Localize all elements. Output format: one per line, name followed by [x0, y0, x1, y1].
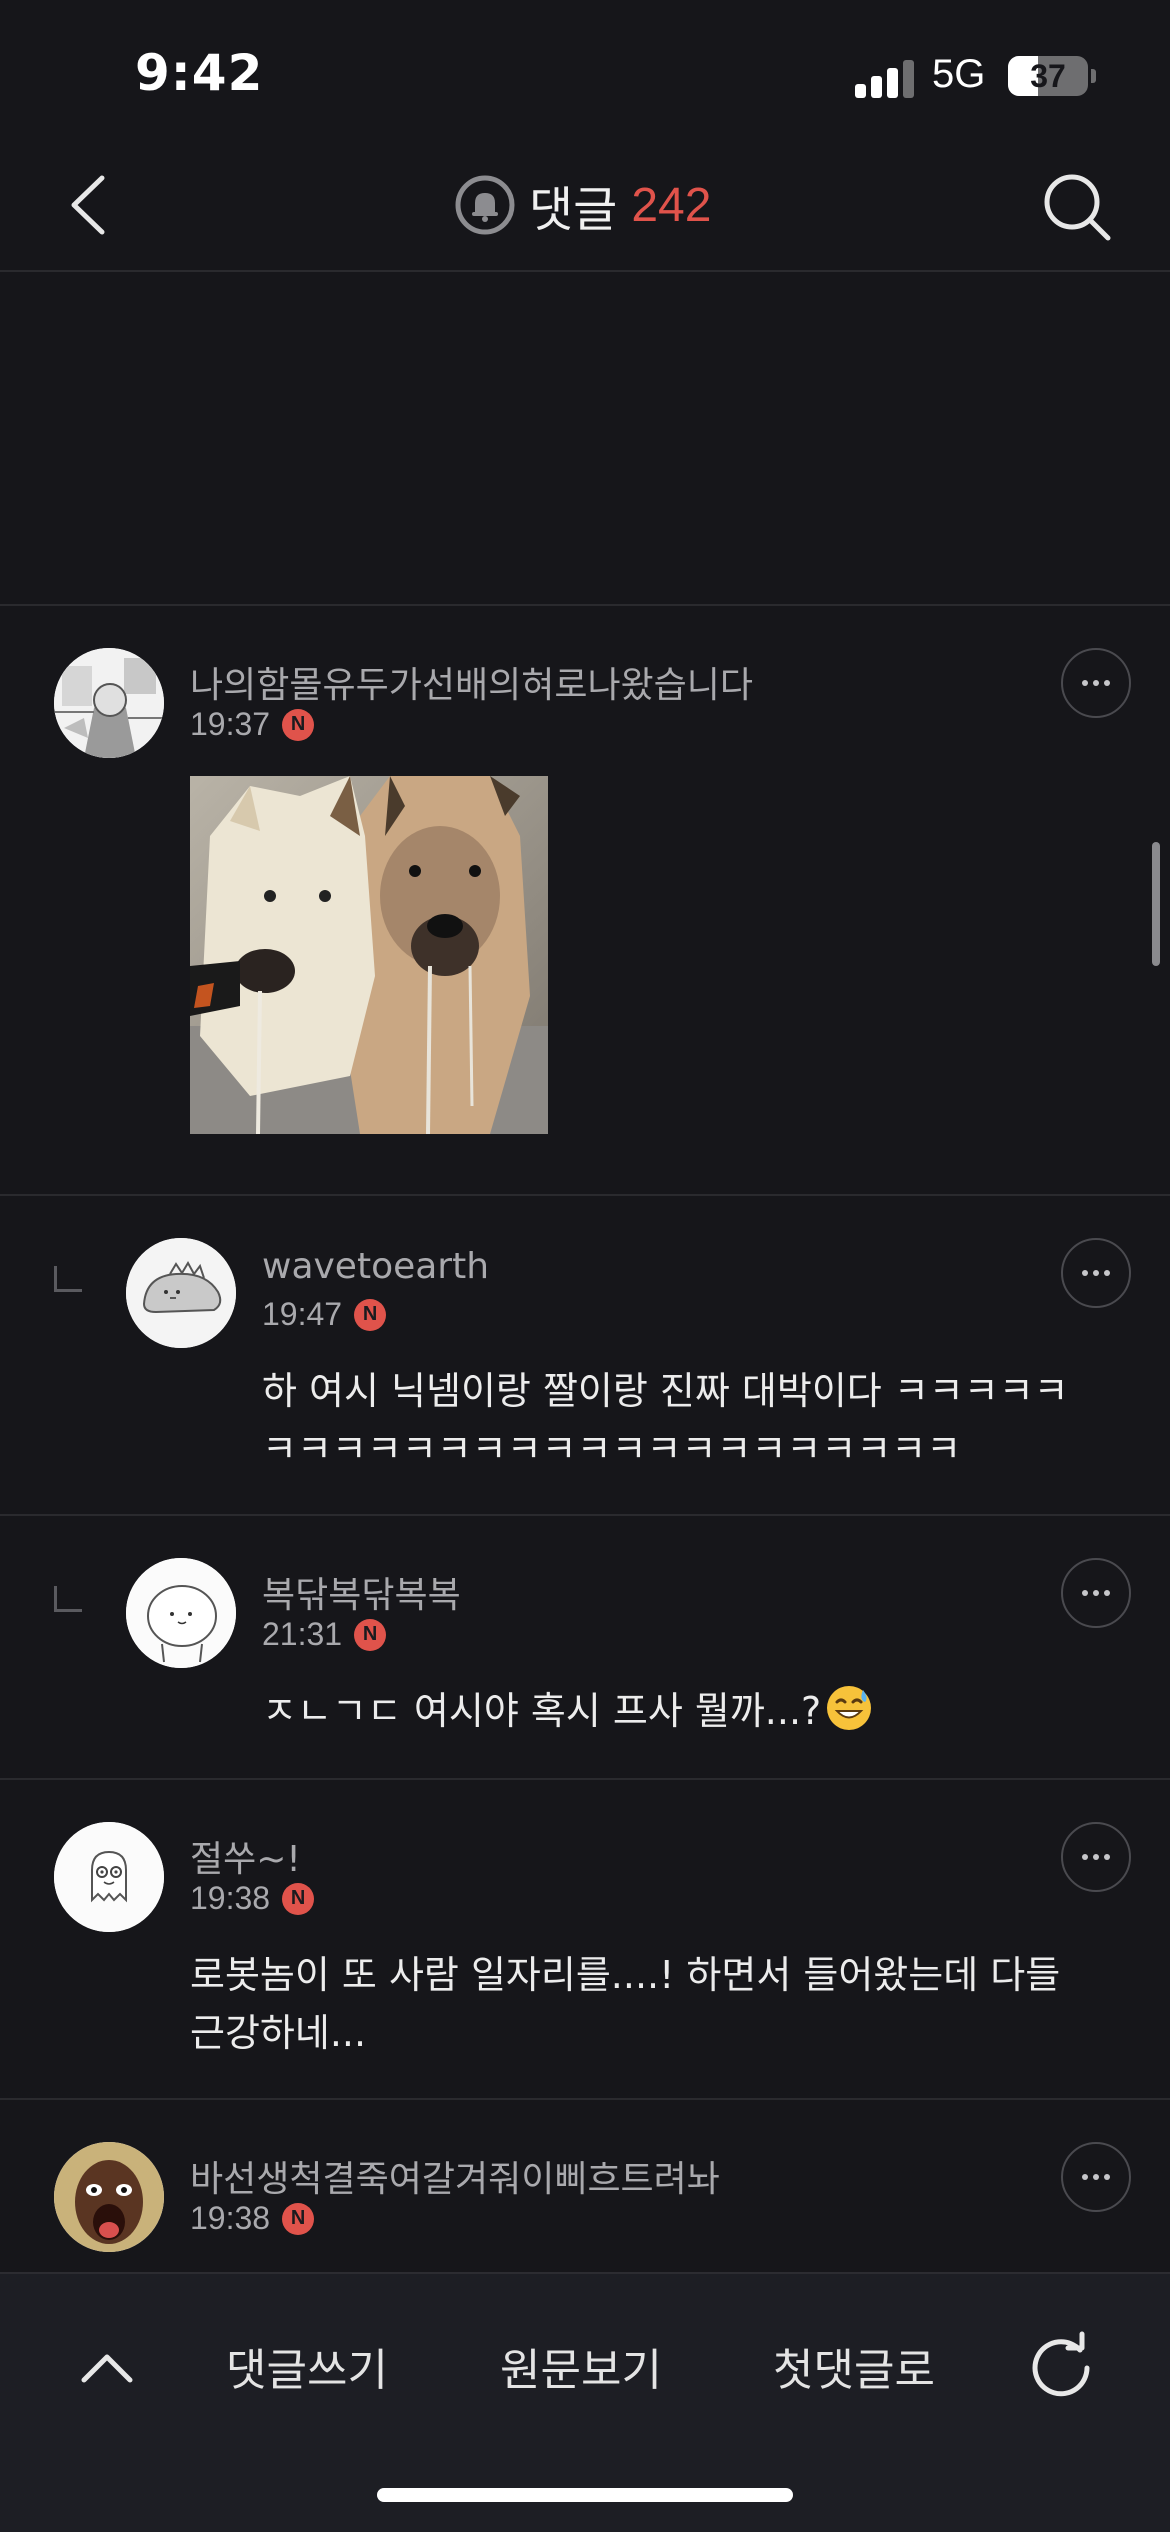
avatar[interactable]: [54, 2142, 164, 2252]
comment-text-line: ㅋㅋㅋㅋㅋㅋㅋㅋㅋㅋㅋㅋㅋㅋㅋㅋㅋㅋㅋㅋ: [262, 1427, 962, 1471]
timestamp: 19:47: [262, 1296, 343, 1332]
nickname[interactable]: 절쑤~!: [190, 1830, 301, 1882]
refresh-icon: [1032, 2331, 1090, 2397]
more-options-button[interactable]: [1061, 648, 1131, 718]
reply-item: 복닦복닦복복 21:31 N ㅈㄴㄱㄷ 여시야 혹시 프사 뭘까...?: [0, 1516, 1170, 1778]
face-avatar-image: [54, 2142, 164, 2252]
refresh-button[interactable]: [1024, 2328, 1098, 2402]
new-badge: N: [354, 1298, 387, 1331]
scroll-top-button[interactable]: [70, 2332, 144, 2406]
reply-indicator-icon: [54, 1586, 82, 1612]
avatar[interactable]: [126, 1558, 236, 1668]
home-indicator[interactable]: [377, 2488, 793, 2502]
comment-meta: 19:38 N: [190, 1880, 315, 1917]
chevron-left-icon: [71, 175, 105, 235]
header: 댓글 242: [0, 140, 1170, 272]
title-label: 댓글: [529, 182, 618, 238]
battery-cap: [1091, 69, 1096, 83]
status-bar: 9:42 5G 37: [0, 0, 1170, 140]
ghost-avatar-image: [54, 1822, 164, 1932]
manga-avatar-image: [54, 648, 164, 758]
view-original-button[interactable]: 원문보기: [500, 2334, 662, 2398]
more-options-button[interactable]: [1061, 1822, 1131, 1892]
comment-item: 나의함몰유두가선배의혀로나왔습니다 19:37 N: [0, 606, 1170, 1194]
back-button[interactable]: [56, 170, 126, 240]
comment-text-body: ㅈㄴㄱㄷ 여시야 혹시 프사 뭘까...?: [262, 1689, 822, 1733]
comment-image[interactable]: [190, 776, 548, 1134]
nickname[interactable]: 복닦복닦복복: [262, 1566, 461, 1618]
nickname[interactable]: wavetoearth: [262, 1246, 489, 1287]
network-label: 5G: [932, 52, 986, 96]
timestamp: 19:38: [190, 1880, 271, 1916]
search-icon: [1044, 174, 1111, 241]
page-title: 댓글 242: [455, 170, 711, 240]
more-options-button[interactable]: [1061, 1558, 1131, 1628]
ad-placeholder: [0, 272, 1170, 602]
nickname[interactable]: 바선생척결죽여갈겨줘이삐흐트려놔: [190, 2150, 720, 2202]
avatar[interactable]: [126, 1238, 236, 1348]
comment-text-line: 하 여시 닉넴이랑 짤이랑 진짜 대박이다 ㅋㅋㅋㅋㅋ: [262, 1369, 1069, 1413]
more-options-button[interactable]: [1061, 1238, 1131, 1308]
new-badge: N: [282, 708, 315, 741]
search-button[interactable]: [1040, 170, 1114, 244]
nickname[interactable]: 나의함몰유두가선배의혀로나왔습니다: [190, 656, 753, 708]
comment-meta: 21:31 N: [262, 1616, 387, 1653]
scrollbar-thumb[interactable]: [1152, 842, 1160, 966]
timestamp: 19:38: [190, 2200, 271, 2236]
sweat-smile-emoji: [827, 1686, 872, 1730]
chevron-up-icon: [81, 2354, 133, 2383]
character-avatar-image: [126, 1558, 236, 1668]
avatar[interactable]: [54, 648, 164, 758]
battery-icon: 37: [1008, 56, 1088, 96]
comments-screen: 9:42 5G 37 댓글 242 나의함몰유두가선배의혀로나왔습니다 19:3…: [0, 0, 1170, 2532]
timestamp: 21:31: [262, 1616, 343, 1652]
signal-icon: [855, 58, 915, 98]
dogs-photo: [190, 776, 548, 1134]
timestamp: 19:37: [190, 706, 271, 742]
comment-item: 절쑤~! 19:38 N 로봇놈이 또 사람 일자리를....! 하면서 들어왔…: [0, 1780, 1170, 2098]
comment-meta: 19:37 N: [190, 706, 315, 743]
write-comment-button[interactable]: 댓글쓰기: [226, 2334, 388, 2398]
comment-meta: 19:47 N: [262, 1296, 387, 1333]
new-badge: N: [282, 2202, 315, 2235]
comment-item: 바선생척결죽여갈겨줘이삐흐트려놔 19:38 N: [0, 2100, 1170, 2272]
more-options-button[interactable]: [1061, 2142, 1131, 2212]
comment-text-line: 로봇놈이 또 사람 일자리를....! 하면서 들어왔는데 다들: [190, 1953, 1061, 1997]
battery-level: 37: [1030, 58, 1066, 94]
comment-text: 로봇놈이 또 사람 일자리를....! 하면서 들어왔는데 다들 근강하네...: [190, 1946, 1060, 2062]
reply-indicator-icon: [54, 1266, 82, 1292]
comment-count: 242: [631, 178, 712, 232]
comment-text: ㅈㄴㄱㄷ 여시야 혹시 프사 뭘까...?: [262, 1682, 873, 1740]
comment-meta: 19:38 N: [190, 2200, 315, 2237]
new-badge: N: [282, 1882, 315, 1915]
dinosaur-avatar-image: [126, 1238, 236, 1348]
bell-icon[interactable]: [455, 175, 515, 235]
comment-text-line: 근강하네...: [190, 2011, 367, 2055]
avatar[interactable]: [54, 1822, 164, 1932]
reply-item: wavetoearth 19:47 N 하 여시 닉넴이랑 짤이랑 진짜 대박이…: [0, 1196, 1170, 1514]
status-time: 9:42: [135, 44, 264, 102]
new-badge: N: [354, 1618, 387, 1651]
first-comment-button[interactable]: 첫댓글로: [773, 2334, 935, 2398]
comment-text: 하 여시 닉넴이랑 짤이랑 진짜 대박이다 ㅋㅋㅋㅋㅋ ㅋㅋㅋㅋㅋㅋㅋㅋㅋㅋㅋㅋ…: [262, 1362, 1069, 1478]
